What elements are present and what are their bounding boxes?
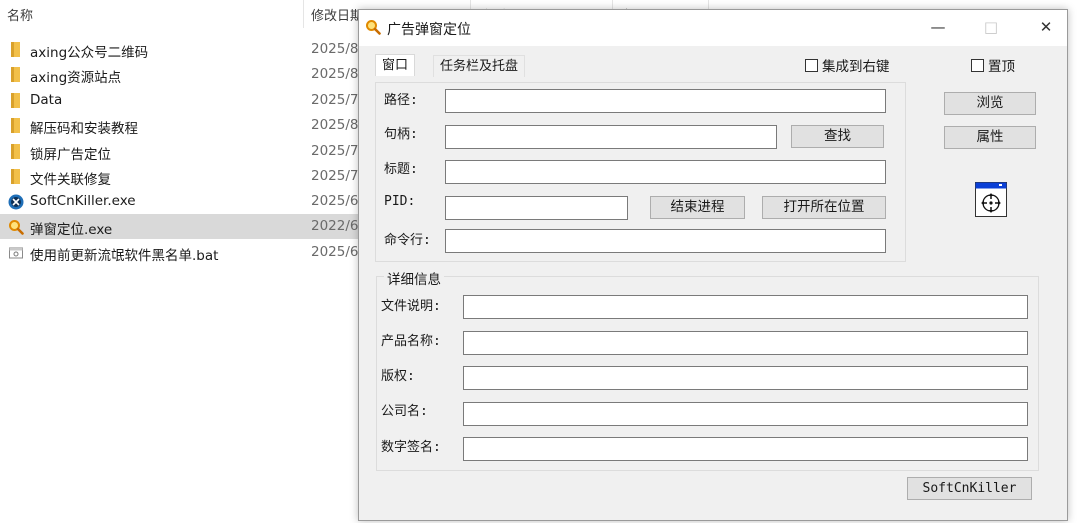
tab-window[interactable]: 窗口	[375, 54, 416, 76]
company-field[interactable]	[463, 402, 1028, 426]
file-date: 2025/7	[311, 143, 359, 159]
softcnkiller-button[interactable]: SoftCnKiller	[907, 477, 1032, 500]
folder-icon	[8, 67, 24, 83]
digital-signature-field[interactable]	[463, 437, 1028, 461]
file-date: 2025/7	[311, 92, 359, 108]
tab-taskbar-tray[interactable]: 任务栏及托盘	[433, 55, 526, 77]
details-group-title: 详细信息	[384, 268, 444, 288]
sort-up-icon: ⌃	[146, 0, 157, 8]
cmdline-label: 命令行:	[384, 233, 431, 248]
title-field[interactable]	[445, 160, 886, 184]
file-row[interactable]: 锁屏广告定位 2025/7	[0, 139, 359, 164]
find-button[interactable]: 查找	[791, 125, 884, 148]
checkbox-box[interactable]	[971, 59, 984, 72]
file-name: axing资源站点	[30, 70, 122, 86]
file-row[interactable]: Data 2025/7	[0, 88, 359, 113]
topmost-checkbox[interactable]: 置顶	[971, 55, 1015, 75]
title-bar[interactable]: 广告弹窗定位 — □ ✕	[359, 10, 1067, 46]
properties-button[interactable]: 属性	[944, 126, 1036, 149]
file-name: axing公众号二维码	[30, 45, 149, 61]
window-finder-crosshair-icon[interactable]	[975, 182, 1007, 217]
batch-file-icon	[8, 245, 24, 261]
file-date: 2025/7	[311, 168, 359, 184]
folder-icon	[8, 118, 24, 134]
pid-label: PID:	[384, 194, 416, 209]
file-name: 锁屏广告定位	[30, 147, 111, 163]
handle-label: 句柄:	[384, 127, 418, 142]
close-button[interactable]: ✕	[1023, 10, 1069, 46]
file-date: 2025/8	[311, 66, 359, 82]
file-row[interactable]: axing资源站点 2025/8	[0, 62, 359, 87]
checkbox-label: 置顶	[988, 59, 1015, 75]
handle-field[interactable]	[445, 125, 777, 149]
pid-field[interactable]	[445, 196, 628, 220]
file-name: 弹窗定位.exe	[30, 222, 113, 238]
file-date: 2025/6	[311, 244, 359, 260]
cmdline-field[interactable]	[445, 229, 886, 253]
file-date: 2025/8	[311, 117, 359, 133]
column-date[interactable]: 修改日期	[311, 5, 363, 24]
file-description-label: 文件说明:	[381, 299, 441, 314]
file-row[interactable]: 解压码和安装教程 2025/8	[0, 113, 359, 138]
file-description-field[interactable]	[463, 295, 1028, 319]
checkbox-box[interactable]	[805, 59, 818, 72]
folder-icon	[8, 93, 24, 109]
window-title: 广告弹窗定位	[387, 22, 471, 38]
magnifier-icon	[365, 19, 381, 35]
copyright-label: 版权:	[381, 369, 415, 384]
checkbox-label: 集成到右键	[822, 59, 890, 75]
file-name: Data	[30, 92, 63, 108]
minimize-button[interactable]: —	[915, 10, 961, 46]
file-name: SoftCnKiller.exe	[30, 193, 136, 209]
path-label: 路径:	[384, 93, 418, 108]
file-row[interactable]: SoftCnKiller.exe 2025/6	[0, 189, 359, 214]
path-field[interactable]	[445, 89, 886, 113]
file-row[interactable]: axing公众号二维码 2025/8	[0, 37, 359, 62]
ad-popup-locator-window: 广告弹窗定位 — □ ✕ 窗口 任务栏及托盘 集成到右键 置顶 路径: 句柄: …	[358, 9, 1068, 521]
file-date: 2022/6	[311, 218, 359, 234]
column-name[interactable]: 名称	[7, 5, 33, 24]
folder-icon	[8, 144, 24, 160]
column-divider[interactable]	[303, 0, 304, 28]
file-name: 解压码和安装教程	[30, 121, 138, 137]
file-date: 2025/8	[311, 41, 359, 57]
title-label: 标题:	[384, 162, 418, 177]
file-row[interactable]: 使用前更新流氓软件黑名单.bat 2025/6	[0, 240, 359, 265]
softcnkiller-icon	[8, 194, 24, 210]
open-location-button[interactable]: 打开所在位置	[762, 196, 886, 219]
company-label: 公司名:	[381, 404, 428, 419]
product-name-label: 产品名称:	[381, 334, 441, 349]
browse-button[interactable]: 浏览	[944, 92, 1036, 115]
file-row-selected[interactable]: 弹窗定位.exe 2022/6	[0, 214, 359, 239]
digital-signature-label: 数字签名:	[381, 440, 441, 455]
file-name: 文件关联修复	[30, 172, 111, 188]
folder-icon	[8, 169, 24, 185]
maximize-button: □	[983, 18, 999, 36]
file-date: 2025/6	[311, 193, 359, 209]
file-row[interactable]: 文件关联修复 2025/7	[0, 164, 359, 189]
file-name: 使用前更新流氓软件黑名单.bat	[30, 248, 219, 264]
end-process-button[interactable]: 结束进程	[650, 196, 745, 219]
integrate-context-menu-checkbox[interactable]: 集成到右键	[805, 55, 890, 75]
copyright-field[interactable]	[463, 366, 1028, 390]
product-name-field[interactable]	[463, 331, 1028, 355]
folder-icon	[8, 42, 24, 58]
magnifier-icon	[8, 219, 24, 235]
